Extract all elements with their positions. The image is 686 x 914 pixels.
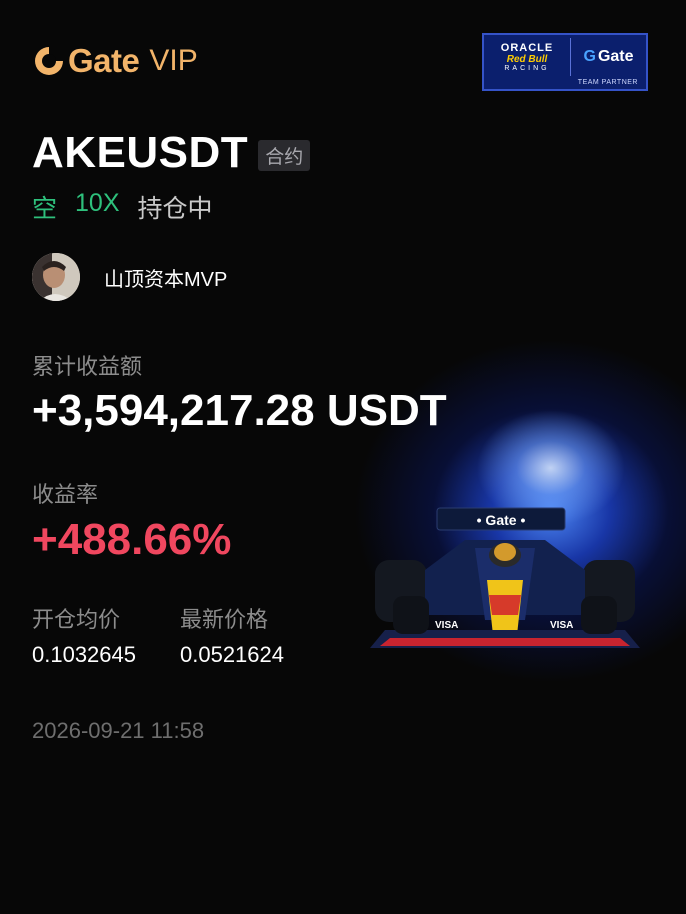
last-price-value: 0.0521624 xyxy=(180,642,284,667)
last-price-label: 最新价格 xyxy=(180,607,269,632)
position-leverage: 10X xyxy=(75,189,120,217)
gate-logo-icon xyxy=(35,47,63,75)
contract-badge: 合约 xyxy=(258,139,311,171)
cumulative-profit-label: 累计收益额 xyxy=(32,354,143,379)
partner-badge: ORACLE Red Bull RACING G Gate TEAM PARTN… xyxy=(482,33,648,91)
gate-vip-logo: Gate VIP xyxy=(32,42,198,80)
cumulative-profit-value: +3,594,217.28 USDT xyxy=(32,386,447,435)
position-side: 空 xyxy=(32,195,58,223)
trading-pair-header: AKEUSDT 合约 xyxy=(32,128,311,178)
avatar xyxy=(32,253,80,301)
return-rate-value: +488.66% xyxy=(32,515,232,564)
position-status: 持仓中 xyxy=(137,195,213,223)
svg-text:VISA: VISA xyxy=(550,620,573,631)
redbull-racing-logo: ORACLE Red Bull RACING xyxy=(484,38,571,76)
position-info: 空 10X 持仓中 xyxy=(32,189,213,225)
svg-text:• Gate •: • Gate • xyxy=(477,512,526,528)
user-info: 山顶资本MVP xyxy=(32,253,227,301)
gate-mark-icon: G xyxy=(583,48,596,65)
username: 山顶资本MVP xyxy=(104,268,228,291)
brand-name: Gate xyxy=(68,42,140,79)
pair-name: AKEUSDT xyxy=(32,128,249,177)
timestamp: 2026-09-21 11:58 xyxy=(32,718,205,743)
entry-price-label: 开仓均价 xyxy=(32,607,121,632)
brand-tier: VIP xyxy=(149,44,198,77)
f1-car-image: • Gate • VISA VISA xyxy=(370,507,640,648)
partner-gate-logo: G Gate xyxy=(583,48,634,65)
return-rate-label: 收益率 xyxy=(32,482,99,507)
svg-text:VISA: VISA xyxy=(435,620,458,631)
entry-price-value: 0.1032645 xyxy=(32,642,136,667)
avatar-image xyxy=(32,253,80,301)
partner-caption: TEAM PARTNER xyxy=(577,79,638,86)
